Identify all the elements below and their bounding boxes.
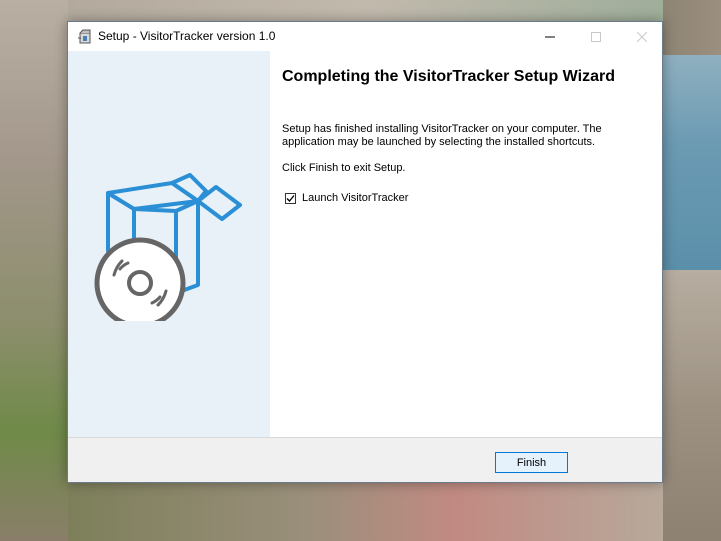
maximize-icon [591,31,601,42]
launch-option[interactable]: Launch VisitorTracker [285,192,408,204]
maximize-button[interactable] [573,22,619,51]
desktop-sea [663,55,721,280]
checkmark-icon [286,194,295,202]
finish-message: Setup has finished installing VisitorTra… [282,123,602,148]
close-button[interactable] [619,22,665,51]
launch-checkbox[interactable] [285,192,296,204]
desktop-top-strip [68,0,663,21]
wizard-content: Completing the VisitorTracker Setup Wiza… [270,51,662,437]
desktop-bottom-strip [68,483,663,541]
box-with-disc-icon [94,173,242,321]
close-icon [637,31,647,42]
window-title: Setup - VisitorTracker version 1.0 [98,29,276,43]
setup-app-icon [77,29,93,45]
title-bar[interactable]: Setup - VisitorTracker version 1.0 [68,22,662,51]
desktop-rock-right [663,270,721,541]
launch-checkbox-label[interactable]: Launch VisitorTracker [302,192,408,204]
wizard-heading: Completing the VisitorTracker Setup Wiza… [282,68,615,85]
minimize-icon [545,36,555,37]
wizard-sidebar [68,51,270,437]
wizard-footer: Finish [68,438,662,482]
desktop-left-strip [0,0,68,541]
setup-window: Setup - VisitorTracker version 1.0 Compl… [67,21,663,483]
exit-instruction: Click Finish to exit Setup. [282,162,406,174]
minimize-button[interactable] [527,22,573,51]
finish-button[interactable]: Finish [495,452,568,473]
